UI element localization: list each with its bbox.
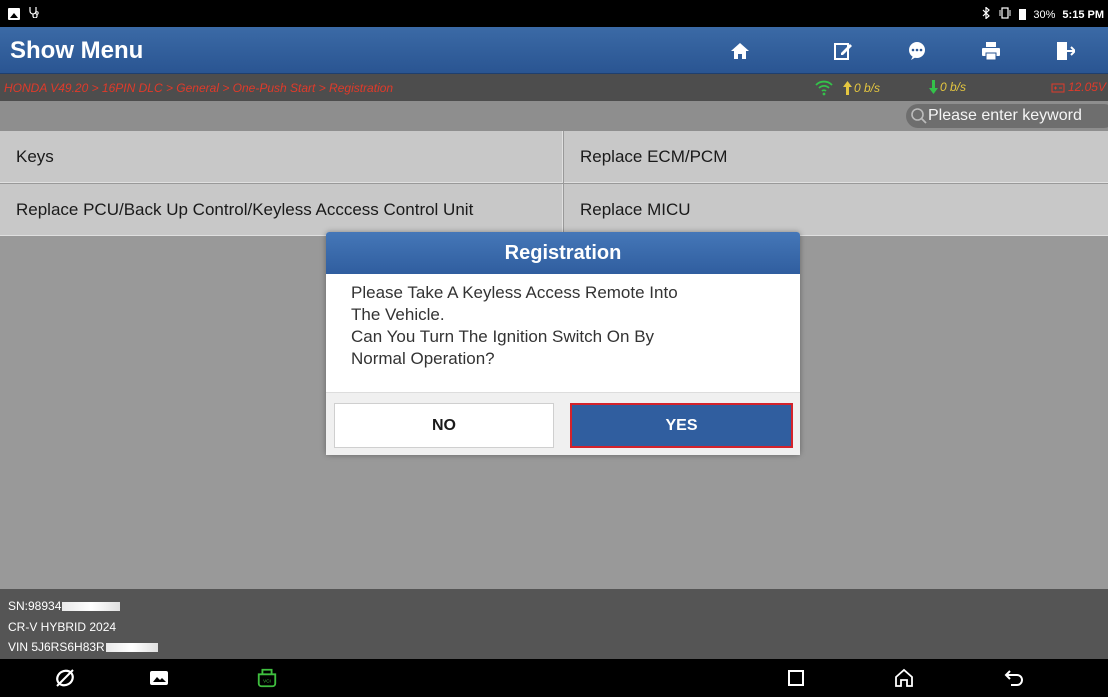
- clock: 5:15 PM: [1062, 8, 1104, 21]
- dialog-message: Please Take A Keyless Access Remote Into…: [351, 282, 781, 370]
- vin-number: VIN 5J6RS6H83R: [8, 640, 158, 654]
- gallery-button[interactable]: [148, 667, 170, 689]
- upload-arrow-icon: [843, 81, 852, 95]
- edit-report-icon: [834, 42, 852, 60]
- breadcrumb-bar: HONDA V49.20 > 16PIN DLC > General > One…: [0, 74, 1108, 101]
- vin-text: VIN 5J6RS6H83R: [8, 640, 105, 654]
- status-bar: 30% 5:15 PM: [0, 0, 1108, 27]
- search-icon: [911, 108, 927, 124]
- dialog-message-line: Normal Operation?: [351, 349, 495, 368]
- home-nav-button[interactable]: [893, 667, 915, 689]
- gallery-notification-icon: [8, 7, 20, 20]
- browser-button[interactable]: [54, 667, 76, 689]
- registration-dialog: Registration Please Take A Keyless Acces…: [326, 232, 800, 455]
- battery-percent: 30%: [1033, 8, 1056, 21]
- home-button[interactable]: [713, 32, 767, 69]
- dialog-message-line: Please Take A Keyless Access Remote Into: [351, 283, 678, 302]
- gallery-icon: [150, 671, 168, 685]
- exit-button[interactable]: [1038, 32, 1092, 69]
- vehicle-model: CR-V HYBRID 2024: [8, 620, 117, 634]
- download-arrow-icon: [929, 80, 938, 94]
- bluetooth-icon: [982, 6, 991, 22]
- edit-report-button[interactable]: [816, 32, 870, 69]
- chat-button[interactable]: [890, 32, 944, 69]
- serial-number: SN:98934: [8, 599, 121, 613]
- redaction-mask: [62, 602, 121, 612]
- back-icon: [1004, 670, 1023, 686]
- serial-number-text: SN:98934: [8, 599, 62, 613]
- system-nav-bar: VCI: [0, 659, 1108, 697]
- recents-icon: [788, 670, 804, 686]
- upload-rate: 0 b/s: [854, 81, 881, 95]
- back-button[interactable]: [1003, 667, 1025, 689]
- menu-item-keys[interactable]: Keys: [0, 131, 563, 183]
- voltage-value: 12.05V: [1067, 80, 1106, 94]
- wifi-icon: [815, 80, 833, 96]
- home-icon: [731, 42, 749, 59]
- vci-icon: VCI: [257, 668, 277, 688]
- upload-indicator: 0 b/s: [815, 80, 880, 96]
- app-header: Show Menu: [0, 27, 1108, 74]
- vibrate-icon: [998, 7, 1012, 22]
- vci-button[interactable]: VCI: [256, 667, 278, 689]
- dialog-buttons: NO YES: [326, 392, 800, 455]
- dialog-message-line: The Vehicle.: [351, 305, 445, 324]
- print-button[interactable]: [964, 32, 1018, 69]
- stethoscope-icon: [28, 6, 40, 21]
- download-rate: 0 b/s: [940, 80, 967, 94]
- redaction-mask: [105, 643, 158, 653]
- download-indicator: 0 b/s: [929, 80, 966, 94]
- voltage-indicator: 12.05V: [1051, 80, 1106, 94]
- yes-button[interactable]: YES: [570, 403, 793, 448]
- dialog-message-line: Can You Turn The Ignition Switch On By: [351, 327, 655, 346]
- home-outline-icon: [895, 668, 913, 687]
- search-bar: [0, 101, 1108, 131]
- exit-icon: [1057, 41, 1075, 60]
- vehicle-info-footer: SN:98934 CR-V HYBRID 2024 VIN 5J6RS6H83R: [0, 589, 1108, 659]
- breadcrumb: HONDA V49.20 > 16PIN DLC > General > One…: [4, 81, 394, 95]
- battery-icon: [1019, 9, 1027, 20]
- page-title: Show Menu: [10, 37, 144, 64]
- search-box[interactable]: [906, 104, 1108, 128]
- menu-item-replace-pcu[interactable]: Replace PCU/Back Up Control/Keyless Accc…: [0, 184, 563, 236]
- no-button[interactable]: NO: [334, 403, 554, 448]
- car-battery-icon: [1051, 83, 1065, 93]
- menu-item-replace-ecm-pcm[interactable]: Replace ECM/PCM: [564, 131, 1108, 183]
- browser-icon: [56, 669, 74, 687]
- search-input[interactable]: [928, 107, 1108, 125]
- svg-text:VCI: VCI: [263, 679, 271, 684]
- chat-icon: [909, 41, 925, 60]
- recents-button[interactable]: [785, 667, 807, 689]
- dialog-title: Registration: [326, 232, 800, 274]
- print-icon: [982, 41, 1000, 60]
- menu-item-replace-micu[interactable]: Replace MICU: [564, 184, 1108, 236]
